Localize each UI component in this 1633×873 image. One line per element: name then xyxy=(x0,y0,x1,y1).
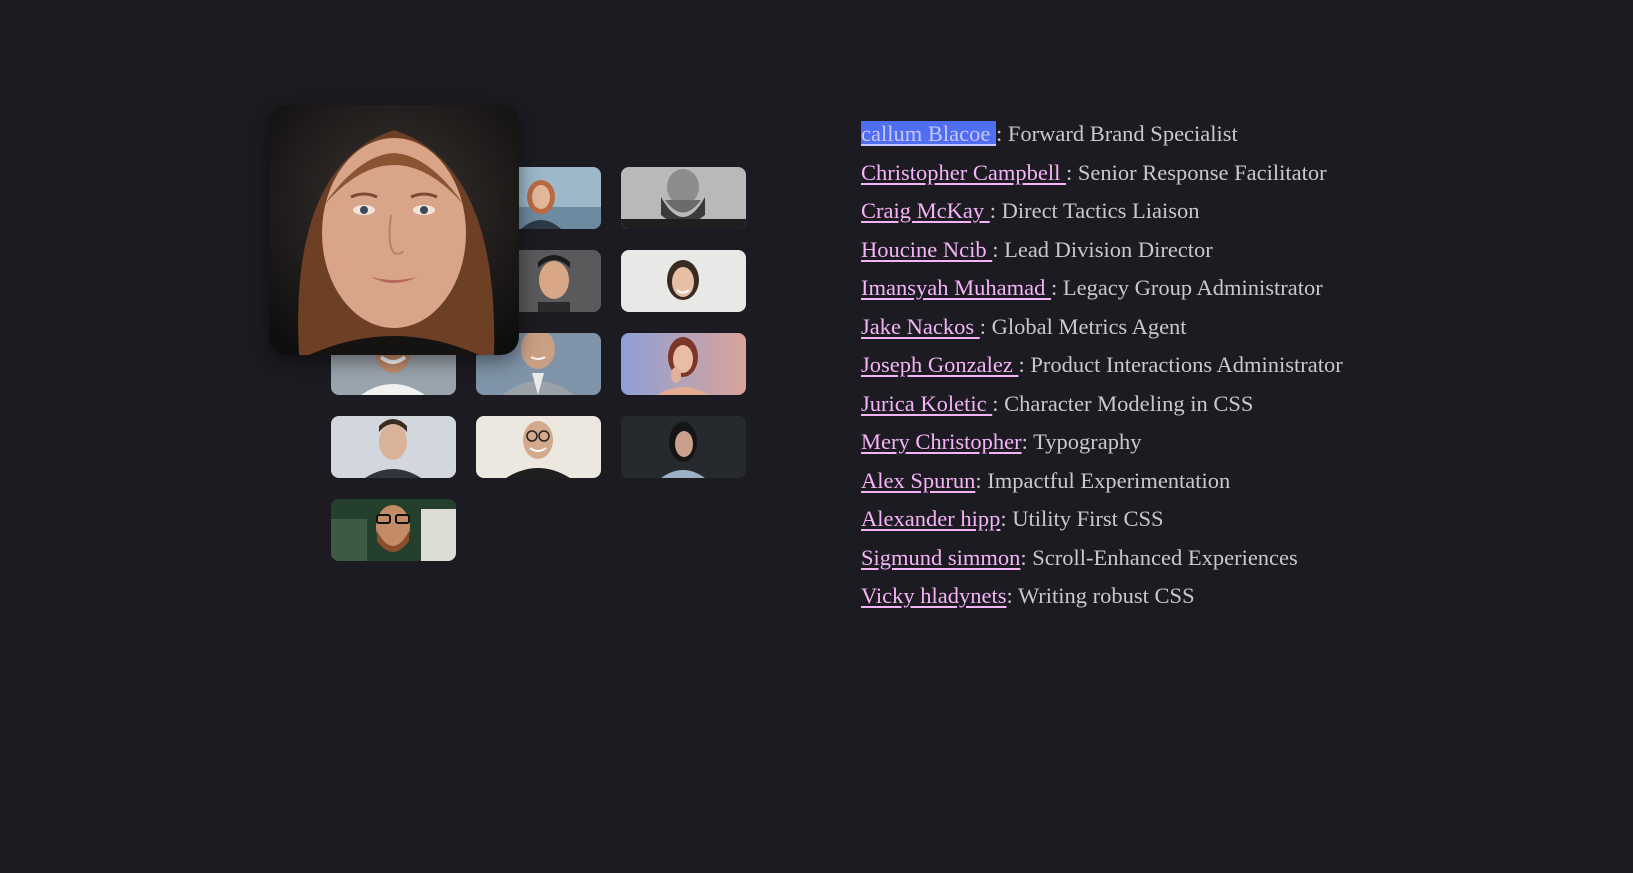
speaker-list-item: Sigmund simmon: Scroll-Enhanced Experien… xyxy=(861,539,1343,578)
speaker-list-item: Joseph Gonzalez : Product Interactions A… xyxy=(861,346,1343,385)
speaker-list-item: Craig McKay : Direct Tactics Liaison xyxy=(861,192,1343,231)
speaker-list-item: Imansyah Muhamad : Legacy Group Administ… xyxy=(861,269,1343,308)
speaker-photo-man-with-glasses[interactable] xyxy=(476,416,601,478)
speaker-name-link[interactable]: Alex Spurun xyxy=(861,468,975,493)
speaker-name-link[interactable]: Imansyah Muhamad xyxy=(861,275,1051,300)
speaker-list-item: Alexander hipp: Utility First CSS xyxy=(861,500,1343,539)
speaker-photo-featured-woman[interactable] xyxy=(269,105,519,355)
speaker-list-item: Jurica Koletic : Character Modeling in C… xyxy=(861,385,1343,424)
speaker-role-text: : Utility First CSS xyxy=(1000,506,1164,531)
speaker-role-text: : Global Metrics Agent xyxy=(979,313,1187,339)
speaker-role-text: : Direct Tactics Liaison xyxy=(989,198,1200,223)
speaker-name-link[interactable]: Mery Christopher xyxy=(861,429,1022,454)
speaker-list-item: Alex Spurun: Impactful Experimentation xyxy=(861,462,1343,501)
speaker-photo-smiling-woman[interactable] xyxy=(621,250,746,312)
speaker-role-text: : Senior Response Facilitator xyxy=(1065,159,1327,185)
speakers-page: callum Blacoe : Forward Brand Specialist… xyxy=(0,0,1633,873)
speaker-photo-bearded-man-glasses[interactable] xyxy=(331,499,456,561)
speaker-name-link[interactable]: Jurica Koletic xyxy=(861,391,992,416)
speaker-photo-young-man[interactable] xyxy=(331,416,456,478)
speaker-name-link[interactable]: Joseph Gonzalez xyxy=(861,352,1018,377)
speaker-role-text: : Impactful Experimentation xyxy=(975,467,1231,493)
speaker-name-link[interactable]: Houcine Ncib xyxy=(861,237,992,262)
speaker-name-link[interactable]: Jake Nackos xyxy=(861,314,980,339)
speaker-photo-bearded-man[interactable] xyxy=(621,167,746,229)
speaker-role-text: : Scroll-Enhanced Experiences xyxy=(1020,544,1298,570)
speaker-name-link[interactable]: Christopher Campbell xyxy=(861,160,1066,185)
speaker-list-item: Mery Christopher: Typography xyxy=(861,423,1343,462)
speaker-role-text: : Typography xyxy=(1021,429,1142,454)
speaker-role-text: : Product Interactions Administrator xyxy=(1018,352,1343,377)
speaker-list-item: callum Blacoe : Forward Brand Specialist xyxy=(861,115,1343,154)
speaker-list: callum Blacoe : Forward Brand Specialist… xyxy=(861,115,1343,616)
speaker-list-item: Jake Nackos : Global Metrics Agent xyxy=(861,308,1343,347)
speaker-photo-grid xyxy=(0,0,800,873)
speaker-list-item: Vicky hladynets: Writing robust CSS xyxy=(861,577,1343,616)
speaker-role-text: : Forward Brand Specialist xyxy=(995,121,1238,146)
speaker-name-link[interactable]: Craig McKay xyxy=(861,198,990,223)
speaker-name-link[interactable]: callum Blacoe xyxy=(861,121,996,146)
speaker-list-item: Christopher Campbell : Senior Response F… xyxy=(861,154,1343,193)
speaker-role-text: : Character Modeling in CSS xyxy=(992,390,1254,416)
speaker-role-text: : Legacy Group Administrator xyxy=(1050,275,1323,300)
speaker-name-link[interactable]: Vicky hladynets xyxy=(861,583,1007,608)
speaker-list-item: Houcine Ncib : Lead Division Director xyxy=(861,231,1343,270)
speaker-name-link[interactable]: Alexander hipp xyxy=(861,506,1000,531)
speaker-photo-woman-dark-background[interactable] xyxy=(621,416,746,478)
speaker-role-text: : Writing robust CSS xyxy=(1006,583,1195,608)
speaker-photo-woman-hand-on-face[interactable] xyxy=(621,333,746,395)
speaker-role-text: : Lead Division Director xyxy=(992,236,1213,262)
speaker-name-link[interactable]: Sigmund simmon xyxy=(861,545,1020,570)
